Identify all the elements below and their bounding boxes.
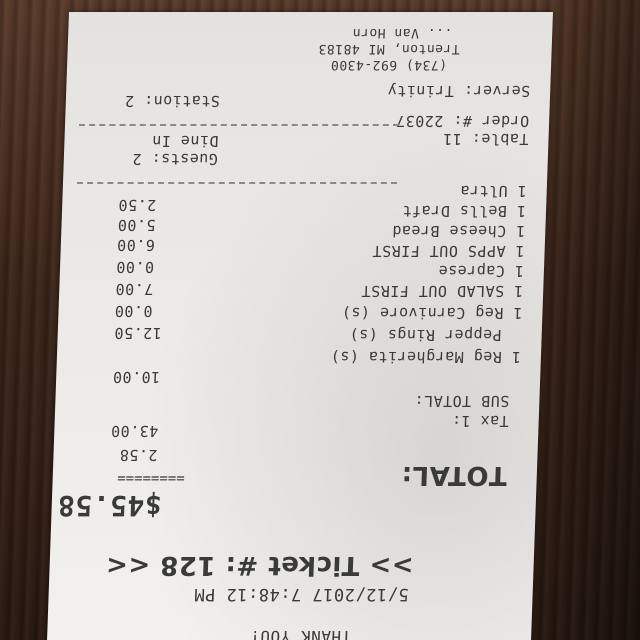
header-divider bbox=[78, 124, 400, 126]
guest-count: Guests: 2 bbox=[131, 150, 219, 168]
item-price: 7.00 bbox=[114, 280, 154, 298]
address-line-1: ... Van Horn bbox=[352, 25, 453, 40]
address-line-2: Trenton, MI 48183 bbox=[317, 41, 460, 56]
item-label: 1 Reg Margherita (s) bbox=[329, 348, 522, 366]
station-number: Station: 2 bbox=[124, 92, 221, 110]
item-label: 1 Caprese bbox=[437, 262, 525, 280]
server-name: Server: Trinity bbox=[386, 82, 531, 100]
item-price: 2.50 bbox=[117, 196, 157, 214]
item-price: 5.00 bbox=[117, 216, 156, 234]
total-amount: $45.58 bbox=[56, 489, 163, 522]
item-label: 1 APPS OUT FIRST bbox=[371, 242, 525, 260]
item-label: 1 Reg Carnivore (s) bbox=[341, 304, 523, 322]
item-label: 1 Cheese Bread bbox=[391, 222, 526, 240]
tax-value: 2.58 bbox=[119, 446, 158, 464]
subtotal-value: 43.00 bbox=[110, 422, 159, 440]
item-price: 12.50 bbox=[113, 324, 163, 342]
order-number: Order #: 22037 bbox=[395, 112, 530, 130]
item-price: 0.00 bbox=[115, 258, 155, 276]
subtotal-label: SUB TOTAL: bbox=[413, 392, 510, 410]
tax-label: Tax 1: bbox=[451, 412, 509, 430]
item-price: 10.00 bbox=[112, 368, 161, 386]
item-price: 0.00 bbox=[114, 302, 153, 320]
table-number: Table: 11 bbox=[442, 130, 529, 148]
total-label: TOTAL: bbox=[400, 460, 508, 490]
thank-you-footer: THANK YOU! bbox=[249, 627, 352, 640]
item-modifier: Pepper Rings (s) bbox=[348, 326, 502, 344]
phone-number: (734) 692-4300 bbox=[330, 57, 448, 72]
item-label: 1 Bells Draft bbox=[401, 202, 527, 220]
items-divider bbox=[76, 182, 398, 184]
total-separator: ======== bbox=[116, 470, 185, 486]
item-label: 1 SALAD OUT FIRST bbox=[360, 282, 524, 300]
item-price: 6.00 bbox=[116, 236, 156, 254]
item-label: 1 Ultra bbox=[459, 182, 528, 200]
receipt-paper: ... Van Horn Trenton, MI 48183 (734) 692… bbox=[47, 12, 553, 640]
ticket-datetime: 5/12/2017 7:48:12 PM bbox=[193, 584, 409, 604]
dine-in-label: Dine In bbox=[151, 132, 219, 150]
ticket-number: >> Ticket #: 128 << bbox=[105, 550, 415, 580]
